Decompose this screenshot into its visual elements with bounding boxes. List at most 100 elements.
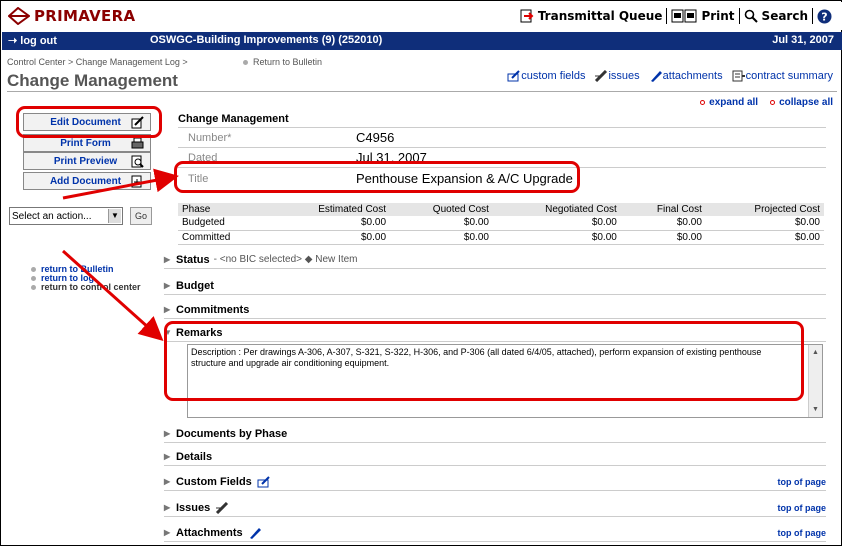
collapse-arrow-icon: ▼ <box>164 328 172 337</box>
bullet-icon <box>31 276 36 281</box>
expand-arrow-icon: ▶ <box>164 305 171 314</box>
divider <box>178 127 826 128</box>
chevron-down-icon[interactable]: ▼ <box>108 209 121 223</box>
search-icon <box>744 9 758 23</box>
printer-icon <box>131 137 144 148</box>
print-form-button[interactable]: Print Form <box>23 134 151 152</box>
search-button[interactable]: Search <box>740 9 812 23</box>
add-document-button[interactable]: Add Document <box>23 172 151 190</box>
column-header: Projected Cost <box>705 203 824 216</box>
issues-link[interactable]: issues <box>594 70 640 82</box>
breadcrumb[interactable]: Control Center > Change Management Log > <box>7 57 188 67</box>
return-to-bulletin-top-link[interactable]: Return to Bulletin <box>243 57 322 67</box>
help-icon: ? <box>817 9 832 23</box>
return-to-control-center-label: return to control center <box>41 282 141 292</box>
custom-fields-icon <box>257 475 270 487</box>
top-of-page-link[interactable]: top of page <box>778 503 827 513</box>
project-header: ➝ log out OSWGC-Building Improvements (9… <box>2 32 842 50</box>
scrollbar[interactable]: ▲ ▼ <box>808 345 822 417</box>
side-links: return to Bulletin return to log return … <box>31 265 141 292</box>
issues-icon <box>216 501 229 514</box>
top-bar: PRIMAVERA Transmittal Queue Print Search… <box>2 2 842 30</box>
logout-arrow-icon: ➝ <box>8 35 21 47</box>
collapse-all-link[interactable]: collapse all <box>770 97 833 108</box>
expand-all-label: expand all <box>709 97 759 108</box>
column-header: Estimated Cost <box>268 203 391 216</box>
go-button[interactable]: Go <box>130 207 152 225</box>
custom-fields-label: custom fields <box>521 70 586 82</box>
add-document-label: Add Document <box>49 175 122 187</box>
title-value: Penthouse Expansion & A/C Upgrade <box>356 171 573 186</box>
section-title: Attachments <box>176 526 243 539</box>
scroll-down-icon[interactable]: ▼ <box>812 404 819 415</box>
print-top-button[interactable]: Print <box>667 9 738 23</box>
print-icon <box>671 9 697 23</box>
issues-label: issues <box>608 70 640 82</box>
print-form-label: Print Form <box>60 137 111 149</box>
remarks-textarea[interactable]: Description : Per drawings A-306, A-307,… <box>187 344 823 418</box>
table-cell: $0.00 <box>620 230 706 245</box>
bullet-icon <box>770 100 776 105</box>
table-cell: $0.00 <box>268 216 391 231</box>
logo-mark-icon <box>8 7 30 25</box>
section-title: Issues <box>176 501 211 514</box>
action-select[interactable]: Select an action... ▼ <box>9 207 123 225</box>
section-custom-fields[interactable]: ▶ Custom Fields top of page <box>164 473 826 491</box>
column-header: Phase <box>178 203 269 216</box>
top-of-page-link[interactable]: top of page <box>778 477 827 487</box>
section-remarks[interactable]: ▼ Remarks <box>164 324 826 342</box>
table-cell: $0.00 <box>390 230 493 245</box>
table-row: Budgeted $0.00 $0.00 $0.00 $0.00 $0.00 <box>178 216 824 231</box>
divider <box>178 147 826 148</box>
bullet-icon <box>31 285 36 290</box>
expand-arrow-icon: ▶ <box>164 528 171 537</box>
column-header: Final Cost <box>620 203 706 216</box>
edit-document-label: Edit Document <box>50 116 121 128</box>
print-preview-button[interactable]: Print Preview <box>23 152 151 170</box>
issues-icon <box>595 70 608 82</box>
search-label: Search <box>761 9 808 23</box>
help-button[interactable]: ? <box>813 9 836 24</box>
return-to-control-center-link[interactable]: return to control center <box>31 283 141 292</box>
print-label: Print <box>701 9 735 23</box>
expand-all-link[interactable]: expand all <box>700 97 758 108</box>
transmittal-queue-button[interactable]: Transmittal Queue <box>516 9 667 23</box>
section-budget[interactable]: ▶ Budget <box>164 277 826 295</box>
title-label: Title <box>188 173 209 185</box>
bullet-icon <box>700 100 706 105</box>
number-value: C4956 <box>356 130 395 145</box>
column-header: Negotiated Cost <box>492 203 621 216</box>
contract-summary-link[interactable]: contract summary <box>732 70 833 82</box>
attachments-link[interactable]: attachments <box>649 70 723 82</box>
remarks-text: Description : Per drawings A-306, A-307,… <box>191 347 762 368</box>
top-of-page-link[interactable]: top of page <box>778 528 827 538</box>
table-cell: Committed <box>178 230 269 245</box>
section-issues[interactable]: ▶ Issues top of page <box>164 499 826 517</box>
section-documents-by-phase[interactable]: ▶ Documents by Phase <box>164 425 826 443</box>
section-details[interactable]: ▶ Details <box>164 448 826 466</box>
table-cell: $0.00 <box>492 216 621 231</box>
bullet-icon <box>243 60 248 65</box>
subnav: custom fields issues attachments contrac… <box>498 70 833 82</box>
section-title: Details <box>176 450 213 463</box>
primavera-logo: PRIMAVERA <box>8 7 135 25</box>
divider <box>7 91 837 92</box>
section-status[interactable]: ▶ Status - <no BIC selected> ◆ New Item <box>164 251 826 269</box>
custom-fields-link[interactable]: custom fields <box>507 70 585 82</box>
bullet-icon <box>31 267 36 272</box>
scroll-up-icon[interactable]: ▲ <box>812 347 819 358</box>
edit-document-button[interactable]: Edit Document <box>23 113 151 131</box>
expand-arrow-icon: ▶ <box>164 281 171 290</box>
section-title: Budget <box>176 279 214 292</box>
logout-link[interactable]: ➝ log out <box>8 34 57 47</box>
expand-arrow-icon: ▶ <box>164 452 171 461</box>
section-attachments[interactable]: ▶ Attachments top of page <box>164 524 826 542</box>
number-label: Number* <box>188 132 232 144</box>
table-cell: $0.00 <box>390 216 493 231</box>
collapse-all-label: collapse all <box>779 97 833 108</box>
preview-icon <box>131 155 144 168</box>
section-commitments[interactable]: ▶ Commitments <box>164 301 826 319</box>
form-heading: Change Management <box>178 113 289 125</box>
attachments-icon <box>650 71 662 82</box>
logout-label: log out <box>20 35 57 47</box>
